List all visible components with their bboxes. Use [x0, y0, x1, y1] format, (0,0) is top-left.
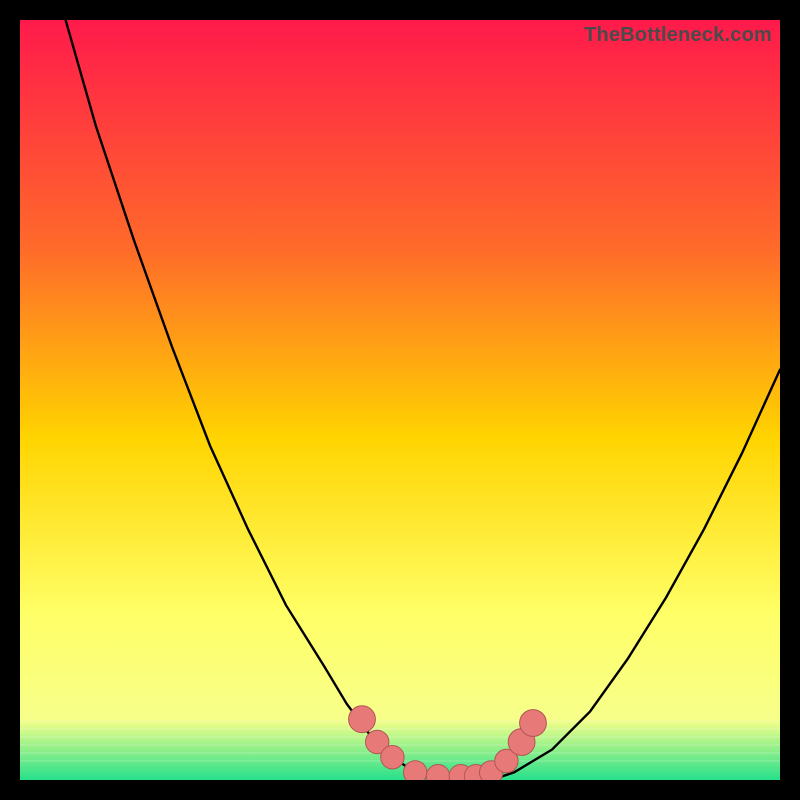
- curve-marker: [404, 761, 427, 780]
- bottleneck-chart: [20, 20, 780, 780]
- band-line: [20, 720, 780, 722]
- curve-marker: [520, 710, 547, 737]
- watermark-text: TheBottleneck.com: [584, 24, 772, 47]
- curve-marker: [349, 706, 376, 733]
- gradient-background: [20, 20, 780, 780]
- band-line: [20, 736, 780, 738]
- band-line: [20, 744, 780, 746]
- chart-frame: TheBottleneck.com: [20, 20, 780, 780]
- curve-marker: [381, 746, 404, 769]
- band-line: [20, 728, 780, 730]
